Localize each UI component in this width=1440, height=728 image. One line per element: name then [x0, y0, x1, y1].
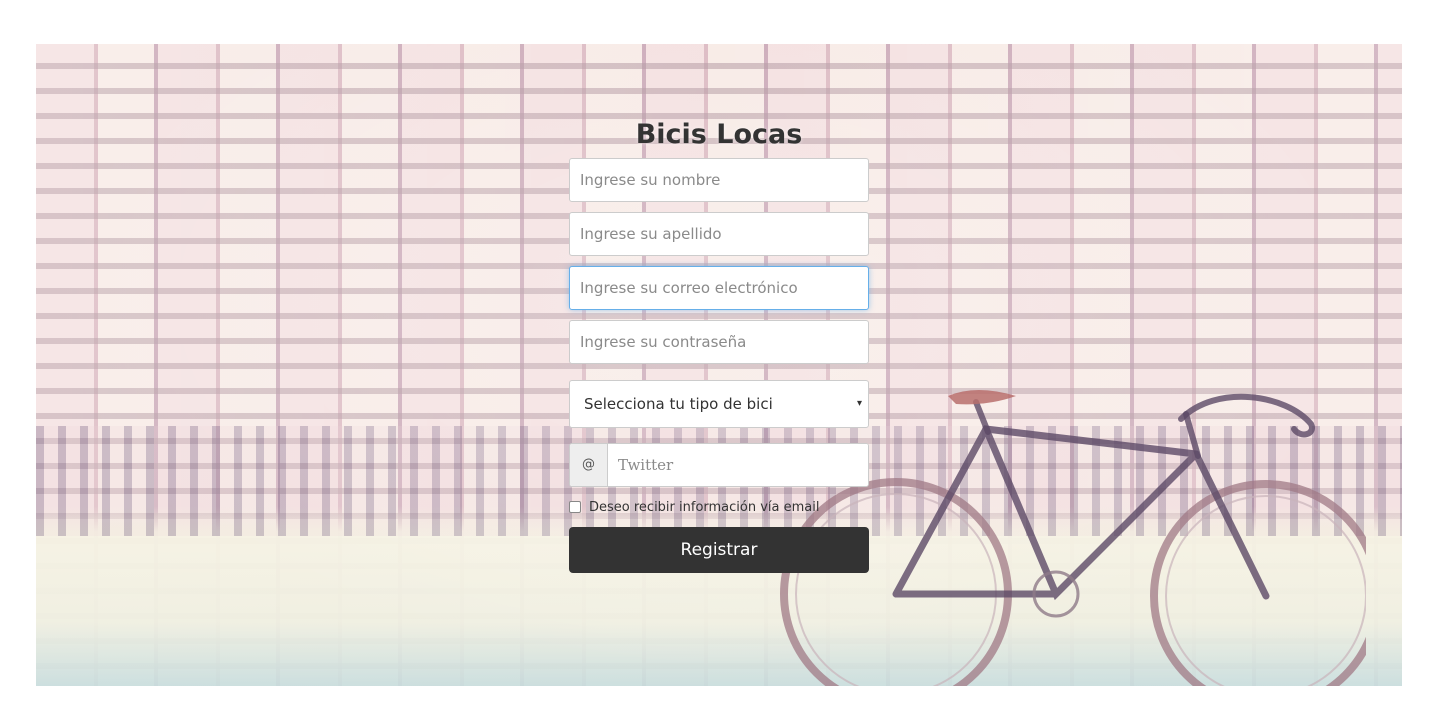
twitter-input[interactable] — [608, 444, 868, 486]
bike-type-selected-value: Selecciona tu tipo de bici — [584, 395, 773, 413]
newsletter-option: Deseo recibir información vía email — [569, 497, 869, 517]
at-sign-addon: @ — [570, 444, 608, 486]
newsletter-label[interactable]: Deseo recibir información vía email — [589, 500, 820, 515]
twitter-input-group: @ — [569, 443, 869, 487]
newsletter-checkbox[interactable] — [569, 501, 581, 513]
name-input[interactable] — [569, 158, 869, 202]
password-input[interactable] — [569, 320, 869, 364]
chevron-down-icon: ▾ — [856, 398, 862, 409]
page-title: Bicis Locas — [635, 119, 803, 150]
registration-form: Bicis Locas Selecciona tu tipo de bici ▾… — [569, 112, 869, 573]
lastname-input[interactable] — [569, 212, 869, 256]
register-button[interactable]: Registrar — [569, 527, 869, 573]
bike-type-select[interactable]: Selecciona tu tipo de bici ▾ — [569, 380, 869, 428]
email-input[interactable] — [569, 266, 869, 310]
